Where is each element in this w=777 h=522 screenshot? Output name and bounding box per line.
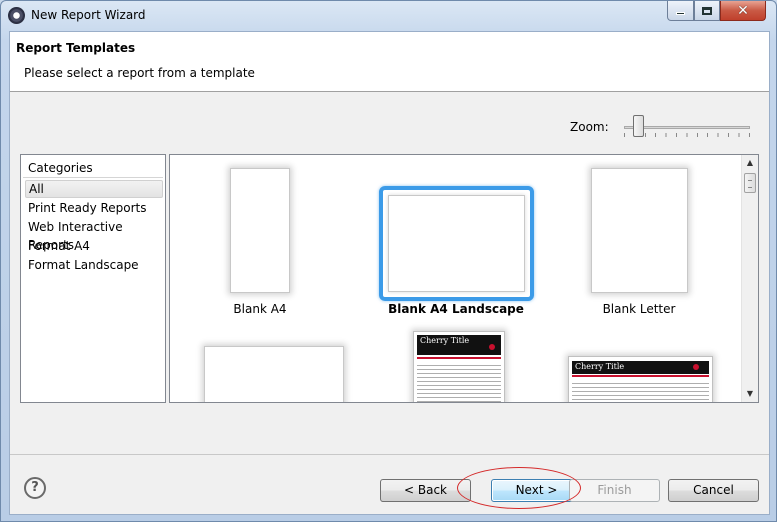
template-gallery[interactable]: Blank A4 Blank A4 Landscape Blank Letter… bbox=[169, 154, 759, 403]
cherry-logo-icon bbox=[693, 364, 699, 370]
cherry-title-text: Cherry Title bbox=[420, 336, 470, 345]
wizard-window: New Report Wizard ✕ Report Templates Ple… bbox=[0, 0, 777, 522]
categories-list[interactable]: Categories All Print Ready Reports Web I… bbox=[20, 154, 166, 403]
cherry-accent-bar bbox=[417, 357, 501, 359]
zoom-label: Zoom: bbox=[570, 120, 609, 134]
category-all[interactable]: All bbox=[25, 180, 163, 198]
window-title: New Report Wizard bbox=[31, 8, 146, 22]
template-thumbnail[interactable] bbox=[591, 168, 688, 293]
wizard-body: Report Templates Please select a report … bbox=[9, 31, 770, 515]
cherry-logo-icon bbox=[489, 344, 495, 350]
template-thumbnail-selected[interactable] bbox=[379, 186, 534, 301]
finish-button[interactable]: Finish bbox=[569, 479, 660, 502]
cherry-table-lines bbox=[572, 380, 709, 402]
page-subtitle: Please select a report from a template bbox=[24, 66, 255, 80]
wizard-header: Report Templates Please select a report … bbox=[10, 32, 769, 92]
scroll-up-arrow-icon[interactable]: ▲ bbox=[742, 155, 758, 171]
cherry-header-band: Cherry Title bbox=[572, 361, 709, 374]
template-thumbnail-row2-blank[interactable] bbox=[204, 346, 344, 402]
template-label: Blank Letter bbox=[602, 302, 676, 316]
categories-divider bbox=[23, 177, 163, 178]
category-web-interactive-reports[interactable]: Web Interactive Reports bbox=[25, 218, 163, 252]
close-button[interactable]: ✕ bbox=[720, 1, 766, 21]
template-page-preview bbox=[388, 195, 525, 292]
maximize-icon bbox=[702, 6, 712, 15]
help-icon[interactable]: ? bbox=[24, 477, 46, 499]
footer-divider bbox=[10, 454, 769, 455]
report-wizard-icon bbox=[8, 7, 25, 24]
maximize-button[interactable] bbox=[694, 1, 720, 21]
zoom-slider-thumb[interactable] bbox=[633, 115, 645, 137]
minimize-icon bbox=[676, 12, 685, 15]
cancel-button[interactable]: Cancel bbox=[668, 479, 759, 502]
template-label: Blank A4 bbox=[233, 302, 287, 316]
annotation-ellipse bbox=[457, 467, 581, 509]
category-format-a4[interactable]: Format A4 bbox=[25, 237, 163, 255]
scroll-down-arrow-icon[interactable]: ▼ bbox=[742, 386, 758, 402]
zoom-slider[interactable] bbox=[620, 114, 755, 140]
minimize-button[interactable] bbox=[667, 1, 694, 21]
gallery-scrollbar[interactable]: ▲ ▼ bbox=[741, 155, 758, 402]
cherry-accent-bar bbox=[572, 375, 709, 377]
category-print-ready-reports[interactable]: Print Ready Reports bbox=[25, 199, 163, 217]
title-bar[interactable]: New Report Wizard ✕ bbox=[1, 1, 776, 31]
page-title: Report Templates bbox=[16, 41, 136, 55]
close-icon: ✕ bbox=[737, 2, 749, 19]
cherry-table-lines bbox=[417, 362, 501, 402]
category-format-landscape[interactable]: Format Landscape bbox=[25, 256, 163, 274]
cherry-header-band: Cherry Title bbox=[417, 335, 501, 355]
template-label: Blank A4 Landscape bbox=[388, 302, 524, 316]
template-thumbnail-cherry-landscape[interactable]: Cherry Title bbox=[568, 356, 713, 402]
categories-header: Categories bbox=[28, 161, 93, 175]
scrollbar-thumb[interactable] bbox=[744, 173, 756, 193]
template-thumbnail[interactable] bbox=[230, 168, 290, 293]
template-thumbnail-cherry-portrait[interactable]: Cherry Title bbox=[413, 331, 505, 402]
cherry-title-text: Cherry Title bbox=[575, 362, 625, 371]
